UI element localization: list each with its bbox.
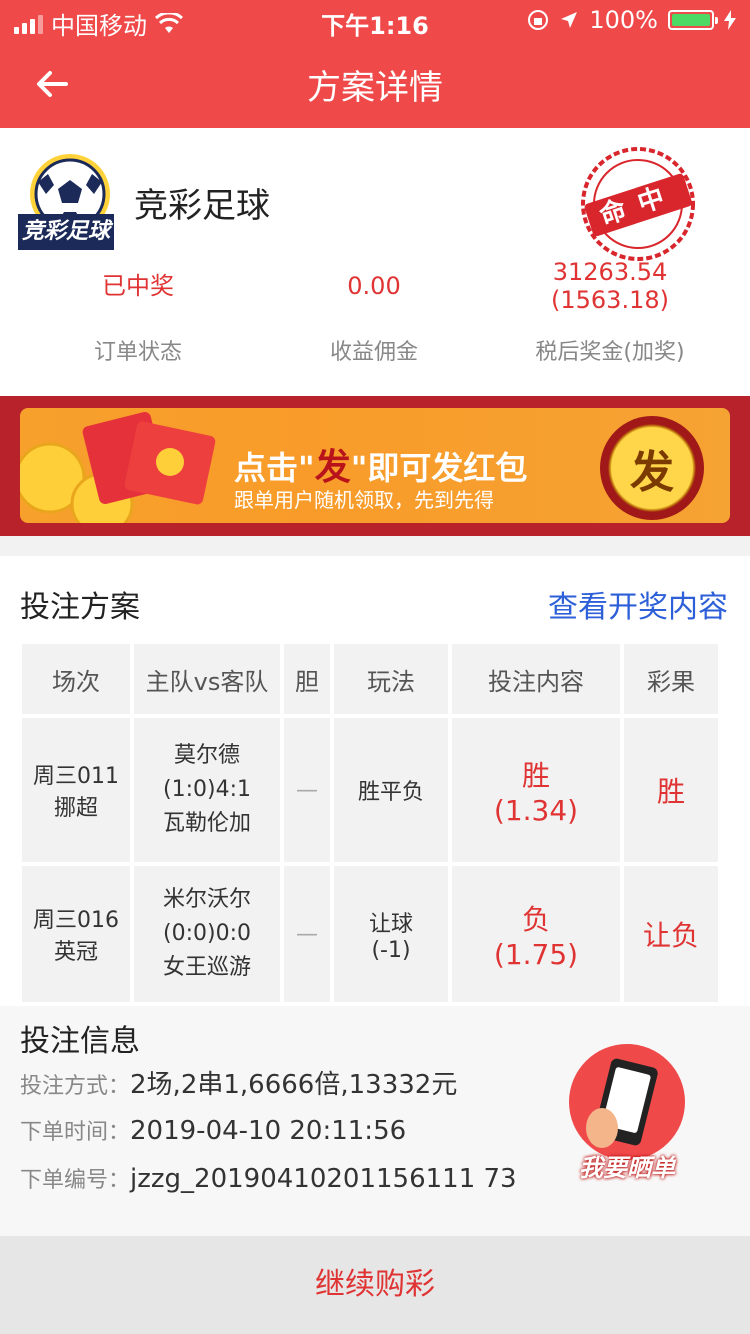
football-logo: 竞彩足球 bbox=[18, 152, 114, 270]
banner-title-suffix: "即可发红包 bbox=[350, 449, 528, 487]
stat-commission-label-wrap: 收益佣金 bbox=[264, 334, 484, 366]
play-cell: 胜平负 bbox=[334, 718, 448, 862]
banner-title-highlight: 发 bbox=[314, 447, 351, 488]
league: 英冠 bbox=[53, 940, 98, 965]
prize-bonus-value: (1563.18) bbox=[551, 286, 669, 314]
status-right: 100% bbox=[527, 6, 736, 34]
status-bar: 中国移动 下午1:16 100% bbox=[0, 0, 750, 40]
play-cell: 让球 (-1) bbox=[334, 866, 448, 1002]
prize-label: 税后奖金(加奖) bbox=[535, 340, 685, 365]
odds: (1.75) bbox=[493, 937, 579, 971]
odds: (1.34) bbox=[493, 793, 579, 827]
home-team: 莫尔德 bbox=[173, 743, 240, 768]
order-status-value: 已中奖 bbox=[102, 272, 174, 300]
col-pick: 投注内容 bbox=[452, 644, 620, 714]
orientation-lock-icon bbox=[528, 10, 549, 30]
logo-text: 竞彩足球 bbox=[18, 214, 114, 250]
col-match: 场次 bbox=[22, 644, 130, 714]
red-packet-illustration bbox=[20, 411, 216, 523]
col-teams: 主队vs客队 bbox=[134, 644, 280, 714]
banker-cell: — bbox=[284, 866, 330, 1002]
bet-method-row: 投注方式：2场,2串1,6666倍,13332元 bbox=[20, 1064, 457, 1101]
charging-icon bbox=[724, 10, 736, 30]
score: (0:0)0:0 bbox=[163, 921, 251, 946]
hit-stamp: 命中 bbox=[578, 144, 698, 264]
league: 挪超 bbox=[53, 796, 98, 821]
result-cell: 让负 bbox=[624, 866, 718, 1002]
stat-prize: 31263.54 (1563.18) bbox=[500, 258, 720, 314]
score: (1:0)4:1 bbox=[163, 777, 251, 802]
match-cell: 周三016 英冠 bbox=[22, 866, 130, 1002]
bet-method-label: 投注方式： bbox=[20, 1074, 131, 1099]
pick: 负 bbox=[521, 902, 550, 936]
pick-cell: 负 (1.75) bbox=[452, 866, 620, 1002]
play-type: 让球 bbox=[368, 911, 413, 937]
match-no: 周三011 bbox=[33, 764, 119, 789]
table-row: 周三011 挪超 莫尔德 (1:0)4:1 瓦勒伦加 — 胜平负 胜 (1.34) 胜 bbox=[22, 718, 718, 862]
send-red-packet-button[interactable]: 发 bbox=[600, 416, 704, 520]
bet-plan-section: 投注方案 查看开奖内容 场次 主队vs客队 胆 玩法 投注内容 彩果 周三011… bbox=[0, 556, 750, 1006]
banner-subtitle: 跟单用户随机领取，先到先得 bbox=[234, 488, 494, 512]
bet-plan-title: 投注方案 bbox=[20, 590, 140, 625]
lottery-name: 竞彩足球 bbox=[134, 186, 270, 226]
pick-cell: 胜 (1.34) bbox=[452, 718, 620, 862]
teams-cell: 莫尔德 (1:0)4:1 瓦勒伦加 bbox=[134, 718, 280, 862]
table-header-row: 场次 主队vs客队 胆 玩法 投注内容 彩果 bbox=[22, 644, 718, 714]
stat-order-status-label-wrap: 订单状态 bbox=[28, 334, 248, 366]
result-cell: 胜 bbox=[624, 718, 718, 862]
match-cell: 周三011 挪超 bbox=[22, 718, 130, 862]
continue-buy-button[interactable]: 继续购彩 bbox=[0, 1236, 750, 1334]
commission-value: 0.00 bbox=[347, 272, 401, 300]
order-id-value: jzzg_20190410201156111 73 bbox=[130, 1164, 517, 1194]
stat-prize-label-wrap: 税后奖金(加奖) bbox=[500, 334, 720, 366]
away-team: 瓦勒伦加 bbox=[162, 811, 251, 836]
order-id-row: 下单编号：jzzg_20190410201156111 73 bbox=[20, 1162, 517, 1194]
stat-order-status: 已中奖 bbox=[28, 272, 248, 300]
header-card: 竞彩足球 竞彩足球 命中 已中奖 订单状态 0.00 收益佣金 31263.54… bbox=[0, 128, 750, 396]
order-time-label: 下单时间： bbox=[20, 1120, 131, 1145]
red-packet-banner-wrap: 点击"发"即可发红包 跟单用户随机领取，先到先得 发 bbox=[0, 396, 750, 536]
page-title: 方案详情 bbox=[307, 68, 443, 108]
order-status-label: 订单状态 bbox=[93, 340, 182, 365]
battery-icon bbox=[668, 10, 718, 30]
col-play: 玩法 bbox=[334, 644, 448, 714]
battery-percent: 100% bbox=[589, 6, 658, 34]
order-time-row: 下单时间：2019-04-10 20:11:56 bbox=[20, 1114, 406, 1146]
away-team: 女王巡游 bbox=[162, 955, 251, 980]
bet-method-value: 2场,2串1,6666倍,13332元 bbox=[130, 1070, 458, 1100]
col-result: 彩果 bbox=[624, 644, 718, 714]
prize-value: 31263.54 bbox=[552, 258, 668, 286]
red-packet-banner[interactable]: 点击"发"即可发红包 跟单用户随机领取，先到先得 发 bbox=[20, 408, 730, 523]
share-order-button[interactable]: 我要晒单 bbox=[562, 1040, 692, 1190]
view-draw-link[interactable]: 查看开奖内容 bbox=[548, 582, 728, 626]
pick: 胜 bbox=[521, 758, 550, 792]
banker-cell: — bbox=[284, 718, 330, 862]
share-label: 我要晒单 bbox=[579, 1154, 675, 1182]
commission-label: 收益佣金 bbox=[329, 340, 418, 365]
order-id-label: 下单编号： bbox=[20, 1168, 131, 1193]
play-type: 胜平负 bbox=[357, 780, 424, 805]
banner-title-prefix: 点击" bbox=[234, 449, 315, 487]
stat-commission: 0.00 bbox=[264, 272, 484, 300]
play-handicap: (-1) bbox=[371, 937, 411, 963]
table-row: 周三016 英冠 米尔沃尔 (0:0)0:0 女王巡游 — 让球 (-1) 负 (1.75… bbox=[22, 866, 718, 1002]
nav-bar: 方案详情 bbox=[0, 40, 750, 128]
location-icon bbox=[561, 12, 578, 28]
banner-title: 点击"发"即可发红包 bbox=[234, 438, 527, 490]
bet-info-title: 投注信息 bbox=[20, 1024, 140, 1059]
home-team: 米尔沃尔 bbox=[162, 887, 251, 912]
order-time-value: 2019-04-10 20:11:56 bbox=[130, 1116, 407, 1146]
teams-cell: 米尔沃尔 (0:0)0:0 女王巡游 bbox=[134, 866, 280, 1002]
bet-table: 场次 主队vs客队 胆 玩法 投注内容 彩果 周三011 挪超 莫尔德 (1:0)4… bbox=[18, 640, 722, 1006]
col-banker: 胆 bbox=[284, 644, 330, 714]
match-no: 周三016 bbox=[33, 908, 119, 933]
